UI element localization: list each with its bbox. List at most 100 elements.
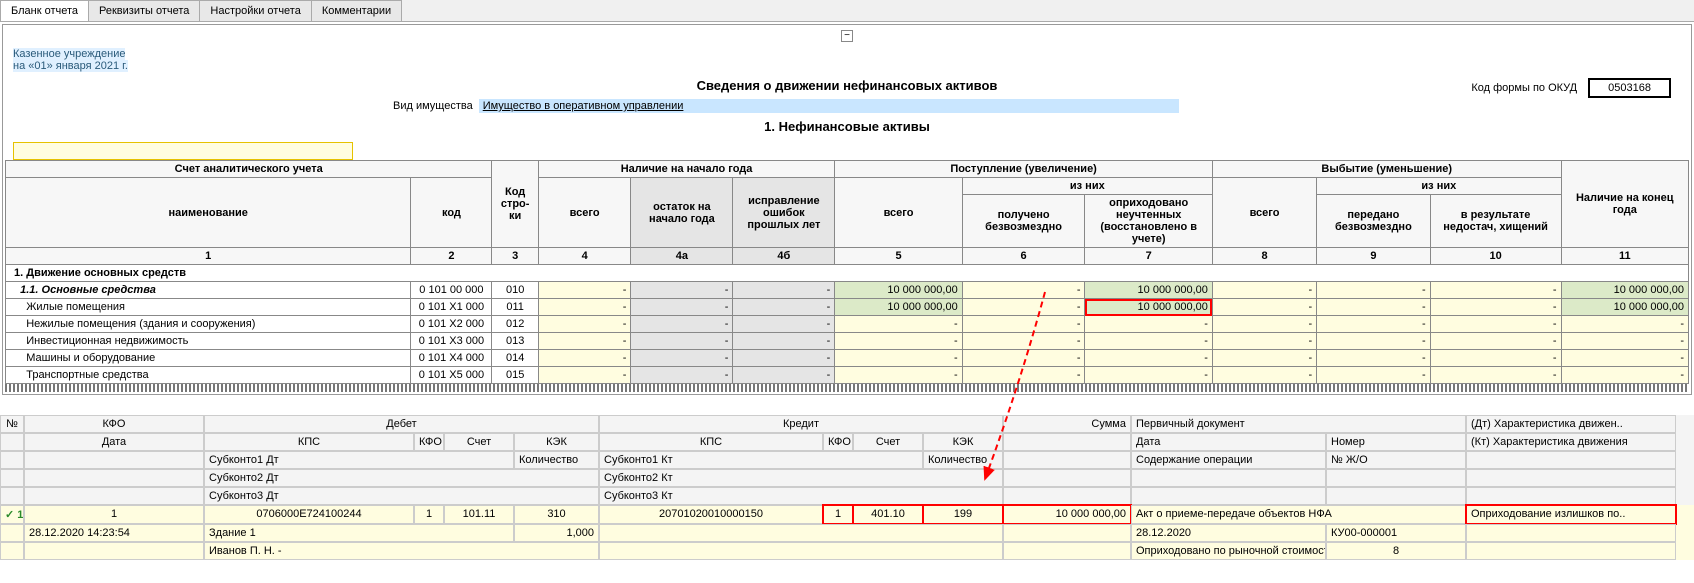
journal-table: № КФО Дебет Кредит Сумма Первичный докум… xyxy=(0,415,1694,560)
jh-acct-kt[interactable]: Счет xyxy=(853,433,923,451)
jh-doc-num[interactable]: Номер xyxy=(1326,433,1466,451)
table-row[interactable]: Инвестиционная недвижимость0 101 X3 0000… xyxy=(6,333,1689,350)
jh-num[interactable]: № xyxy=(0,415,24,433)
colnum-7: 7 xyxy=(1085,248,1212,265)
jr-qty: 1,000 xyxy=(514,524,599,542)
property-type-label: Вид имущества xyxy=(393,100,473,112)
col-receipt: Поступление (увеличение) xyxy=(835,161,1213,178)
report-panel: − Казенное учреждение на «01» января 202… xyxy=(2,24,1692,395)
jr-doc-date: 28.12.2020 xyxy=(1131,524,1326,542)
jh-kps-dt[interactable]: КПС xyxy=(204,433,414,451)
col-acct: Счет аналитического учета xyxy=(6,161,492,178)
tab-comments[interactable]: Комментарии xyxy=(311,0,402,21)
jh-sub3kt[interactable]: Субконто3 Кт xyxy=(599,487,1003,505)
jr-acct-kt: 401.10 xyxy=(853,505,923,524)
tab-settings[interactable]: Настройки отчета xyxy=(199,0,311,21)
col-shortage: в результате недостач, хищений xyxy=(1430,195,1561,248)
jh-qty-dt[interactable]: Количество xyxy=(514,451,599,469)
jh-credit[interactable]: Кредит xyxy=(599,415,1003,433)
journal-row[interactable]: 28.12.2020 14:23:54 Здание 1 1,000 28.12… xyxy=(0,524,1694,542)
jr-kps-kt: 20701020010000150 xyxy=(599,505,823,524)
jr-content: Оприходовано по рыночной стоимости инв. … xyxy=(1131,542,1326,560)
jr-kps-dt: 0706000Е724100244 xyxy=(204,505,414,524)
jr-doc-num: КУ00-000001 xyxy=(1326,524,1466,542)
jr-date: 28.12.2020 14:23:54 xyxy=(24,524,204,542)
torn-edge-decoration xyxy=(5,384,1689,392)
jh-sub1dt[interactable]: Субконто1 Дт xyxy=(204,451,514,469)
report-title: Сведения о движении нефинансовых активов xyxy=(697,78,998,93)
jh-kfo-kt[interactable]: КФО xyxy=(823,433,853,451)
jh-kfo[interactable]: КФО xyxy=(24,415,204,433)
col-unaccounted: оприходовано неучтенных (восстановлено в… xyxy=(1085,195,1212,248)
table-row[interactable]: Машины и оборудование0 101 X4 000014----… xyxy=(6,350,1689,367)
col-end: Наличие на конец года xyxy=(1561,161,1688,248)
jh-zho[interactable]: № Ж/О xyxy=(1326,451,1466,469)
jr-kfo-dt: 1 xyxy=(414,505,444,524)
jh-kfo-dt[interactable]: КФО xyxy=(414,433,444,451)
col-total-disposal: всего xyxy=(1212,178,1316,248)
col-total-begin: всего xyxy=(538,178,631,248)
journal-row[interactable]: Иванов П. Н. - Оприходовано по рыночной … xyxy=(0,542,1694,560)
jr-sub2dt: Иванов П. Н. - xyxy=(204,542,599,560)
col-free: получено безвозмездно xyxy=(962,195,1085,248)
table-row[interactable]: Нежилые помещения (здания и сооружения)0… xyxy=(6,316,1689,333)
jr-kfo-kt: 1 xyxy=(823,505,853,524)
jr-primary: Акт о приеме-передаче объектов НФА xyxy=(1131,505,1466,524)
col-transferred: передано безвозмездно xyxy=(1317,195,1431,248)
jh-kek-dt[interactable]: КЭК xyxy=(514,433,599,451)
jh-sub3dt[interactable]: Субконто3 Дт xyxy=(204,487,599,505)
journal-row[interactable]: ✓ 1 1 0706000Е724100244 1 101.11 310 207… xyxy=(0,505,1694,524)
col-balance: остаток на начало года xyxy=(631,178,733,248)
colnum-4: 4 xyxy=(538,248,631,265)
table-row[interactable]: 1.1. Основные средства0 101 00 000010---… xyxy=(6,282,1689,299)
table-row[interactable]: Жилые помещения0 101 X1 000011---10 000 … xyxy=(6,299,1689,316)
okud-value: 0503168 xyxy=(1588,78,1671,98)
col-ofwhich-receipt: из них xyxy=(962,178,1212,195)
jh-qty-kt[interactable]: Количество xyxy=(923,451,1003,469)
jh-acct-dt[interactable]: Счет xyxy=(444,433,514,451)
org-name: Казенное учреждение xyxy=(13,48,125,60)
report-tabs: Бланк отчета Реквизиты отчета Настройки … xyxy=(0,0,1694,22)
jh-primary[interactable]: Первичный документ xyxy=(1131,415,1466,433)
jr-kfo: 1 xyxy=(24,505,204,524)
tab-details[interactable]: Реквизиты отчета xyxy=(88,0,200,21)
table-row[interactable]: Транспортные средства0 101 X5 000015----… xyxy=(6,367,1689,384)
property-type-value[interactable]: Имущество в оперативном управлении xyxy=(479,99,1179,113)
tab-blank[interactable]: Бланк отчета xyxy=(0,0,89,21)
jh-date[interactable]: Дата xyxy=(24,433,204,451)
jh-char-kt[interactable]: (Кт) Характеристика движения xyxy=(1466,433,1676,451)
col-disposal: Выбытие (уменьшение) xyxy=(1212,161,1561,178)
jh-kek-kt[interactable]: КЭК xyxy=(923,433,1003,451)
colnum-6: 6 xyxy=(962,248,1085,265)
section-1-title: 1. Нефинансовые активы xyxy=(13,119,1681,134)
jh-doc-date[interactable]: Дата xyxy=(1131,433,1326,451)
colnum-3: 3 xyxy=(492,248,538,265)
section-row: 1. Движение основных средств xyxy=(6,265,1689,282)
jr-sub1dt: Здание 1 xyxy=(204,524,514,542)
jr-zho: 8 xyxy=(1326,542,1466,560)
jh-sum[interactable]: Сумма xyxy=(1003,415,1131,433)
colnum-10: 10 xyxy=(1430,248,1561,265)
row-check-icon: ✓ 1 xyxy=(0,505,24,524)
jr-sum: 10 000 000,00 xyxy=(1003,505,1131,524)
jh-kps-kt[interactable]: КПС xyxy=(599,433,823,451)
colnum-1: 1 xyxy=(6,248,411,265)
jh-char-dt[interactable]: (Дт) Характеристика движен.. xyxy=(1466,415,1676,433)
colnum-4a: 4а xyxy=(631,248,733,265)
col-begin: Наличие на начало года xyxy=(538,161,835,178)
jr-acct-dt: 101.11 xyxy=(444,505,514,524)
jr-kek-dt: 310 xyxy=(514,505,599,524)
filter-input[interactable] xyxy=(13,142,353,160)
col-total-receipt: всего xyxy=(835,178,962,248)
jr-kek-kt: 199 xyxy=(923,505,1003,524)
jh-debit[interactable]: Дебет xyxy=(204,415,599,433)
col-corrections: исправление ошибок прошлых лет xyxy=(733,178,835,248)
assets-table: Счет аналитического учета Код стро-ки На… xyxy=(5,160,1689,384)
jh-content[interactable]: Содержание операции xyxy=(1131,451,1326,469)
colnum-8: 8 xyxy=(1212,248,1316,265)
jh-sub1kt[interactable]: Субконто1 Кт xyxy=(599,451,923,469)
collapse-toggle-icon[interactable]: − xyxy=(841,30,853,42)
jr-char-kt: Оприходование излишков по.. xyxy=(1466,505,1676,524)
jh-sub2kt[interactable]: Субконто2 Кт xyxy=(599,469,1003,487)
jh-sub2dt[interactable]: Субконто2 Дт xyxy=(204,469,599,487)
